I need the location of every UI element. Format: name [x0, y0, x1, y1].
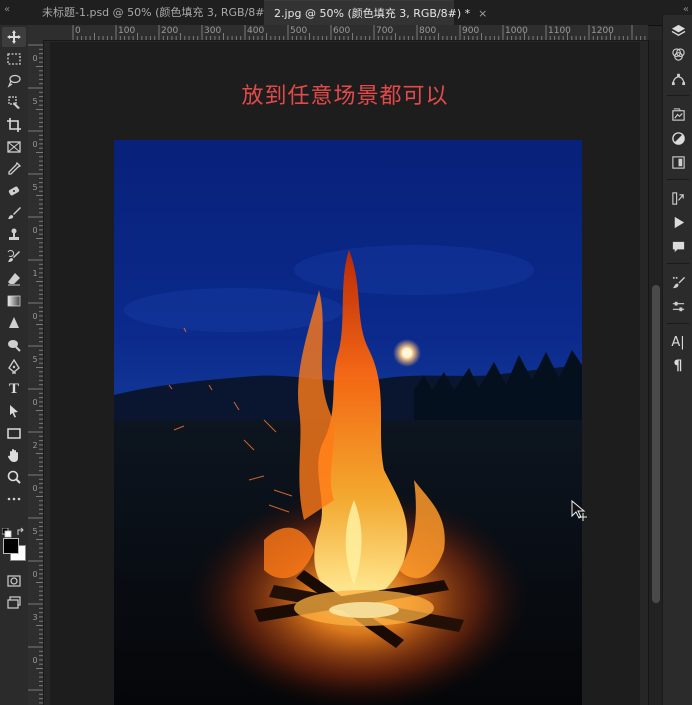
tool-presets-icon[interactable]: [668, 297, 688, 315]
type-tool-icon[interactable]: T: [2, 379, 26, 399]
vertical-ruler[interactable]: 0 5 0 5 0 1 0 5 0 2 0 5 0 3 0: [28, 40, 44, 705]
libraries-icon[interactable]: [668, 105, 688, 123]
dodge-tool-icon[interactable]: [2, 335, 26, 355]
ruler-label: 1000: [505, 26, 528, 36]
brush-settings-icon[interactable]: [668, 273, 688, 291]
more-tools-icon[interactable]: [2, 489, 26, 509]
rectangle-tool-icon[interactable]: [2, 423, 26, 443]
right-panel-dock: A| ¶: [662, 15, 692, 705]
actions-play-icon[interactable]: [668, 213, 688, 231]
layers-icon[interactable]: [668, 21, 688, 39]
default-colors-icon[interactable]: [1, 523, 12, 538]
paragraph-icon[interactable]: ¶: [668, 357, 688, 375]
ruler-label: 0: [75, 26, 81, 36]
horizontal-ruler[interactable]: 0 100 200 300 400 500 600 700 800 900 10…: [28, 25, 648, 41]
ruler-label: 5: [32, 97, 38, 106]
pen-tool-icon[interactable]: [2, 357, 26, 377]
ruler-label: 0: [32, 226, 38, 235]
properties-icon[interactable]: [668, 153, 688, 171]
healing-brush-tool-icon[interactable]: [2, 181, 26, 201]
ruler-label: 5: [32, 527, 38, 536]
crop-tool-icon[interactable]: [2, 115, 26, 135]
eraser-tool-icon[interactable]: [2, 269, 26, 289]
ruler-label: 0: [32, 570, 38, 579]
panel-separator: [667, 263, 689, 264]
ruler-label: 400: [247, 26, 265, 36]
history-icon[interactable]: [668, 189, 688, 207]
character-icon-label: A|: [671, 334, 685, 350]
tab-untitled-psd[interactable]: 未标题-1.psd @ 50% (颜色填充 3, RGB/8#) *×: [28, 0, 295, 25]
quick-mask-icon[interactable]: [2, 571, 26, 591]
ruler-label: 1100: [548, 26, 571, 36]
scrollbar-thumb[interactable]: [652, 285, 660, 603]
ruler-label: 300: [204, 26, 222, 36]
lasso-tool-icon[interactable]: [2, 71, 26, 91]
ruler-label: 1: [32, 269, 38, 278]
character-icon[interactable]: A|: [668, 333, 688, 351]
document-canvas[interactable]: 放到任意场景都可以: [50, 42, 640, 705]
ruler-label: 700: [376, 26, 394, 36]
tab-label: 2.jpg @ 50% (颜色填充 3, RGB/8#) *: [274, 7, 471, 20]
ruler-label: 500: [290, 26, 308, 36]
ruler-label: 2: [32, 441, 38, 450]
swap-colors-icon[interactable]: [16, 522, 26, 535]
vertical-scrollbar[interactable]: [648, 40, 663, 705]
tools-panel: T: [0, 25, 29, 705]
channels-icon[interactable]: [668, 45, 688, 63]
path-selection-tool-icon[interactable]: [2, 401, 26, 421]
hand-tool-icon[interactable]: [2, 445, 26, 465]
canvas-workspace[interactable]: 放到任意场景都可以: [44, 41, 648, 705]
ruler-label: 100: [118, 26, 136, 36]
tab-2-jpg[interactable]: 2.jpg @ 50% (颜色填充 3, RGB/8#) * ×: [264, 0, 487, 25]
zoom-tool-icon[interactable]: [2, 467, 26, 487]
blur-tool-icon[interactable]: [2, 313, 26, 333]
tab-label: 未标题-1.psd @ 50% (颜色填充 3, RGB/8#) *: [42, 6, 278, 19]
ruler-label: 5: [32, 183, 38, 192]
screen-mode-icon[interactable]: [2, 593, 26, 613]
cursor-icon: [571, 499, 587, 521]
ruler-label: 3: [32, 613, 38, 622]
document-tab-bar: « 未标题-1.psd @ 50% (颜色填充 3, RGB/8#) *× 2.…: [0, 0, 692, 26]
ruler-label: 0: [32, 54, 38, 63]
paths-icon[interactable]: [668, 69, 688, 87]
gradient-tool-icon[interactable]: [2, 291, 26, 311]
ruler-label: 0: [32, 656, 38, 665]
ruler-label: 600: [333, 26, 351, 36]
panel-separator: [667, 323, 689, 324]
quick-select-tool-icon[interactable]: [2, 93, 26, 113]
ruler-label: 0: [32, 398, 38, 407]
ruler-label: 5: [32, 355, 38, 364]
comments-icon[interactable]: [668, 237, 688, 255]
foreground-color-swatch[interactable]: [3, 538, 19, 554]
ruler-label: 0: [32, 140, 38, 149]
frame-tool-icon[interactable]: [2, 137, 26, 157]
close-icon[interactable]: ×: [478, 7, 487, 20]
paragraph-icon-label: ¶: [673, 358, 683, 374]
history-brush-tool-icon[interactable]: [2, 247, 26, 267]
ruler-label: 0: [32, 484, 38, 493]
clone-stamp-tool-icon[interactable]: [2, 225, 26, 245]
panel-separator: [667, 179, 689, 180]
marquee-tool-icon[interactable]: [2, 49, 26, 69]
ruler-label: 200: [161, 26, 179, 36]
ruler-label: 1200: [591, 26, 614, 36]
campfire-photo: [114, 140, 582, 705]
collapse-chevron-icon[interactable]: «: [4, 0, 10, 20]
move-tool-icon[interactable]: [2, 27, 26, 47]
adjustments-icon[interactable]: [668, 129, 688, 147]
eyedropper-tool-icon[interactable]: [2, 159, 26, 179]
type-tool-label: T: [8, 380, 19, 397]
ruler-label: 900: [462, 26, 480, 36]
panel-separator: [667, 95, 689, 96]
ruler-label: 800: [419, 26, 437, 36]
brush-tool-icon[interactable]: [2, 203, 26, 223]
ruler-label: 0: [32, 312, 38, 321]
canvas-caption: 放到任意场景都可以: [241, 84, 449, 109]
